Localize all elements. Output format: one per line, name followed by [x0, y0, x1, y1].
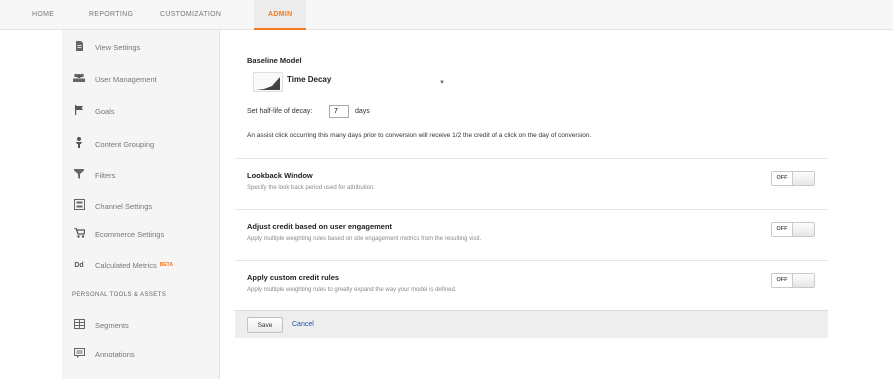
- lookback-toggle[interactable]: OFF: [771, 171, 815, 186]
- toggle-state: OFF: [776, 277, 788, 283]
- sidebar-item-label: Ecommerce Settings: [95, 229, 165, 239]
- sidebar-item-view-settings[interactable]: View Settings: [72, 38, 140, 56]
- channel-icon: [72, 199, 86, 213]
- halflife-unit: days: [355, 108, 370, 115]
- row-description: Apply multiple weighting rules based on …: [247, 236, 482, 242]
- cart-icon: [72, 226, 86, 241]
- sidebar-item-label: Content Grouping: [95, 139, 155, 149]
- lookback-window-row: Lookback Window Specify the look back pe…: [235, 158, 828, 208]
- sidebar-item-annotations[interactable]: Annotations: [72, 345, 135, 363]
- flag-icon: [72, 104, 86, 118]
- row-title: Lookback Window: [247, 171, 313, 180]
- tab-admin[interactable]: ADMIN: [254, 0, 307, 30]
- sidebar-item-label: Segments: [95, 320, 129, 330]
- model-curve-thumbnail[interactable]: [253, 72, 283, 92]
- document-icon: [72, 40, 86, 54]
- sidebar-item-filters[interactable]: Filters: [72, 166, 115, 184]
- tab-reporting[interactable]: REPORTING: [89, 0, 133, 30]
- toggle-knob: [792, 274, 814, 287]
- chevron-down-icon[interactable]: ▼: [439, 80, 445, 86]
- sidebar-item-segments[interactable]: Segments: [72, 316, 129, 334]
- segments-icon: [72, 318, 86, 332]
- sidebar-item-goals[interactable]: Goals: [72, 102, 115, 120]
- sidebar-item-label: User Management: [95, 74, 157, 84]
- sidebar-item-ecommerce-settings[interactable]: Ecommerce Settings: [72, 225, 164, 243]
- row-title: Adjust credit based on user engagement: [247, 222, 393, 231]
- model-select[interactable]: Time Decay: [287, 75, 331, 84]
- sidebar-item-label: Filters: [95, 170, 116, 180]
- tab-customization[interactable]: CUSTOMIZATION: [160, 0, 221, 30]
- sidebar-item-content-grouping[interactable]: Content Grouping: [72, 135, 154, 153]
- admin-sidebar: View Settings User Management Goals Cont…: [62, 30, 220, 379]
- row-description: Specify the look back period used for at…: [247, 185, 376, 191]
- engagement-credit-row: Adjust credit based on user engagement A…: [235, 209, 828, 259]
- filter-icon: [72, 168, 86, 182]
- tab-home[interactable]: HOME: [32, 0, 54, 30]
- personal-tools-heading: PERSONAL TOOLS & ASSETS: [72, 292, 167, 298]
- sidebar-item-label: Annotations: [95, 349, 135, 359]
- sidebar-item-label: Channel Settings: [95, 201, 153, 211]
- sidebar-item-label: Calculated Metrics: [95, 260, 157, 270]
- baseline-model-label: Baseline Model: [247, 56, 302, 65]
- form-actions: Save Cancel: [235, 310, 828, 338]
- person-icon: [72, 137, 86, 151]
- sidebar-item-channel-settings[interactable]: Channel Settings: [72, 197, 152, 215]
- toggle-state: OFF: [776, 175, 788, 181]
- assist-note: An assist click occurring this many days…: [247, 132, 592, 139]
- custom-rules-toggle[interactable]: OFF: [771, 273, 815, 288]
- row-description: Apply multiple weighting rules to greatl…: [247, 287, 457, 293]
- toggle-state: OFF: [776, 226, 788, 232]
- top-navigation: HOME REPORTING CUSTOMIZATION ADMIN: [0, 0, 893, 30]
- save-button[interactable]: Save: [247, 317, 283, 333]
- sidebar-item-user-management[interactable]: User Management: [72, 70, 157, 88]
- users-icon: [72, 73, 86, 85]
- toggle-knob: [792, 223, 814, 236]
- custom-credit-rules-row: Apply custom credit rules Apply multiple…: [235, 260, 828, 310]
- sidebar-item-label: View Settings: [95, 42, 141, 52]
- dd-icon: Dd: [74, 261, 84, 269]
- halflife-label: Set half-life of decay:: [247, 108, 313, 115]
- toggle-knob: [792, 172, 814, 185]
- row-title: Apply custom credit rules: [247, 273, 340, 282]
- sidebar-item-label: Goals: [95, 106, 115, 116]
- cancel-link[interactable]: Cancel: [292, 321, 314, 328]
- beta-badge: BETA: [159, 262, 173, 268]
- halflife-input[interactable]: [329, 105, 349, 118]
- annotations-icon: [72, 347, 86, 361]
- sidebar-item-calculated-metrics[interactable]: Dd Calculated Metrics BETA: [72, 256, 173, 274]
- engagement-toggle[interactable]: OFF: [771, 222, 815, 237]
